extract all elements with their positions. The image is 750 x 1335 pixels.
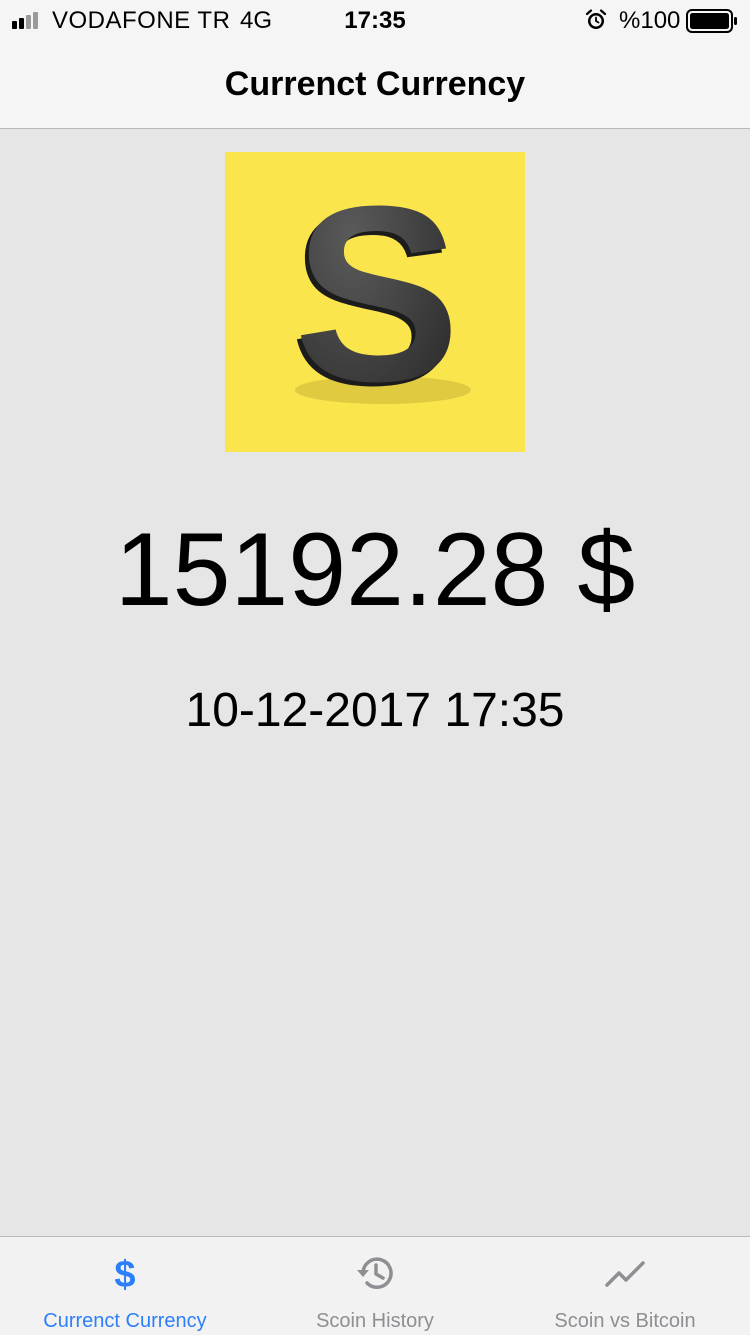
status-bar: VODAFONE TR 4G 17:35 %100: [0, 0, 750, 40]
navigation-bar: Currenct Currency: [0, 40, 750, 129]
alarm-clock-icon: [585, 9, 607, 29]
dollar-icon: $: [114, 1254, 135, 1293]
scoin-logo: S S: [225, 152, 525, 452]
svg-text:S: S: [294, 154, 461, 433]
battery-percentage: %100: [619, 7, 681, 34]
svg-text:$: $: [114, 1254, 135, 1293]
tab-label: Currenct Currency: [43, 1310, 207, 1332]
tab-current-currency[interactable]: $ Currenct Currency: [0, 1237, 250, 1335]
trend-line-icon: [605, 1261, 645, 1287]
tab-scoin-history[interactable]: Scoin History: [250, 1237, 500, 1335]
tab-scoin-vs-bitcoin[interactable]: Scoin vs Bitcoin: [500, 1237, 750, 1335]
scoin-letter-s-icon: S S: [290, 154, 471, 437]
page-title: Currenct Currency: [224, 65, 526, 103]
tab-label: Scoin History: [316, 1310, 434, 1332]
price-timestamp: 10-12-2017 17:35: [185, 684, 565, 737]
history-icon: [357, 1257, 393, 1289]
current-price: 15192.28 $: [114, 512, 636, 628]
battery-icon: [686, 9, 737, 33]
tab-label: Scoin vs Bitcoin: [554, 1310, 696, 1332]
tab-bar: $ Currenct Currency Scoin History Scoin …: [0, 1236, 750, 1335]
